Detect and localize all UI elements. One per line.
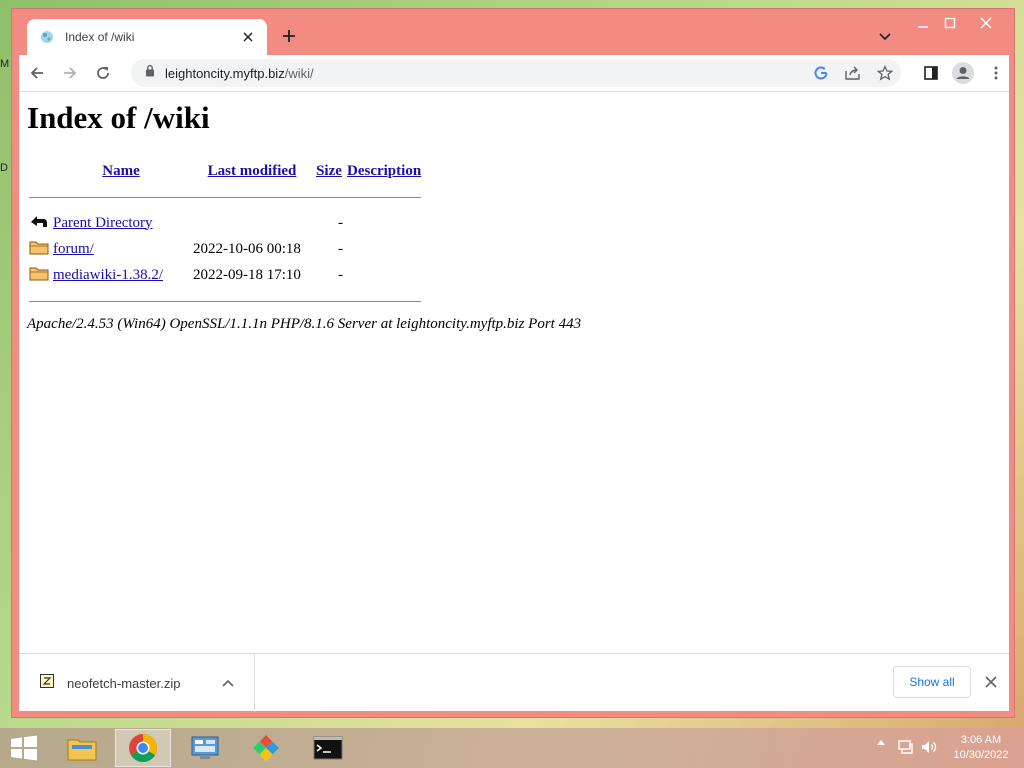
download-item[interactable]: neofetch-master.zip [19,654,255,712]
lock-icon[interactable] [145,64,155,82]
table-row: forum/ 2022-10-06 00:18 - [27,236,423,262]
chevron-up-icon[interactable] [216,671,240,695]
download-shelf: neofetch-master.zip Show all [19,653,1009,712]
volume-icon[interactable] [920,738,938,756]
forward-arrow-icon[interactable] [55,58,85,88]
page-title: Index of /wiki [27,100,210,135]
clock-date: 10/30/2022 [953,749,1009,761]
tab-close-icon[interactable] [239,28,257,46]
listing-header-row: Name Last modified Size Description [27,158,423,184]
sort-by-size-link[interactable]: Size [316,163,342,179]
sort-by-description-link[interactable]: Description [347,163,421,179]
system-clock[interactable]: 3:06 AM 10/30/2022 [946,733,1016,763]
row-last-modified: 2022-10-06 00:18 [193,240,301,257]
desktop-icon-label-d: D [0,162,8,174]
divider-row [27,288,423,314]
control-panel-icon[interactable] [177,729,233,767]
share-icon[interactable] [837,59,869,87]
back-arrow-icon[interactable] [22,58,52,88]
header-icon-cell [27,158,51,184]
url-path: /wiki/ [284,65,314,81]
profile-avatar-icon[interactable] [948,59,978,87]
chrome-icon[interactable] [115,729,171,767]
address-bar[interactable]: leightoncity.myftp.biz/wiki/ [131,59,901,87]
divider-row [27,184,423,210]
google-translate-icon[interactable] [805,59,837,87]
row-size: - [338,240,343,257]
forum-folder-link[interactable]: forum/ [53,241,94,257]
row-description [345,210,423,236]
parent-directory-link[interactable]: Parent Directory [53,215,153,231]
zip-file-icon [39,673,55,694]
tab-title: Index of /wiki [65,30,135,44]
row-last-modified: 2022-09-18 17:10 [193,266,301,283]
sort-by-name-link[interactable]: Name [102,163,140,179]
page-content: Index of /wiki Name Last modified Size D… [19,91,1009,653]
sort-by-last-modified-link[interactable]: Last modified [208,163,297,179]
folder-icon [27,236,51,262]
browser-toolbar: leightoncity.myftp.biz/wiki/ [19,55,1009,91]
row-last-modified [191,210,313,236]
folder-icon [27,262,51,288]
parent-directory-icon [27,210,51,236]
row-description [345,236,423,262]
maximize-icon[interactable] [934,9,966,37]
browser-window: Index of /wiki leightoncity.myftp.biz /w… [11,8,1015,718]
table-row: mediawiki-1.38.2/ 2022-09-18 17:10 - [27,262,423,288]
command-prompt-icon[interactable] [300,729,356,767]
file-explorer-icon[interactable] [54,729,110,767]
url-host: leightoncity.myftp.biz [165,65,285,81]
divider [29,196,422,198]
show-all-downloads-button[interactable]: Show all [893,666,971,698]
row-size: - [338,266,343,283]
network-icon[interactable] [897,738,915,756]
mediawiki-folder-link[interactable]: mediawiki-1.38.2/ [53,267,163,283]
row-size: - [338,214,343,231]
tab-search-chevron-icon[interactable] [874,27,896,47]
clock-time: 3:06 AM [960,734,1002,746]
windows-start-icon[interactable] [8,734,40,762]
tab-active[interactable]: Index of /wiki [27,19,267,55]
download-file-name: neofetch-master.zip [67,675,181,691]
globe-favicon-icon [39,29,55,45]
taskbar: 3:06 AM 10/30/2022 [0,728,1024,768]
close-window-icon[interactable] [970,9,1002,37]
table-row: Parent Directory - [27,210,423,236]
divider [29,300,422,302]
new-tab-plus-icon[interactable] [278,25,300,47]
menu-kebab-icon[interactable] [981,59,1011,87]
server-signature: Apache/2.4.53 (Win64) OpenSSL/1.1.1n PHP… [27,316,582,332]
paint-icon[interactable] [238,729,294,767]
show-hidden-icons-chevron-icon[interactable] [874,738,888,746]
directory-listing: Name Last modified Size Description Pare… [27,158,423,314]
desktop-icon-label-m: M [0,58,10,70]
close-download-shelf-icon[interactable] [979,670,1003,694]
reload-icon[interactable] [88,58,118,88]
row-description [345,262,423,288]
title-bar: Index of /wiki [12,9,1014,55]
bookmark-star-icon[interactable] [869,59,901,87]
side-panel-icon[interactable] [916,59,946,87]
